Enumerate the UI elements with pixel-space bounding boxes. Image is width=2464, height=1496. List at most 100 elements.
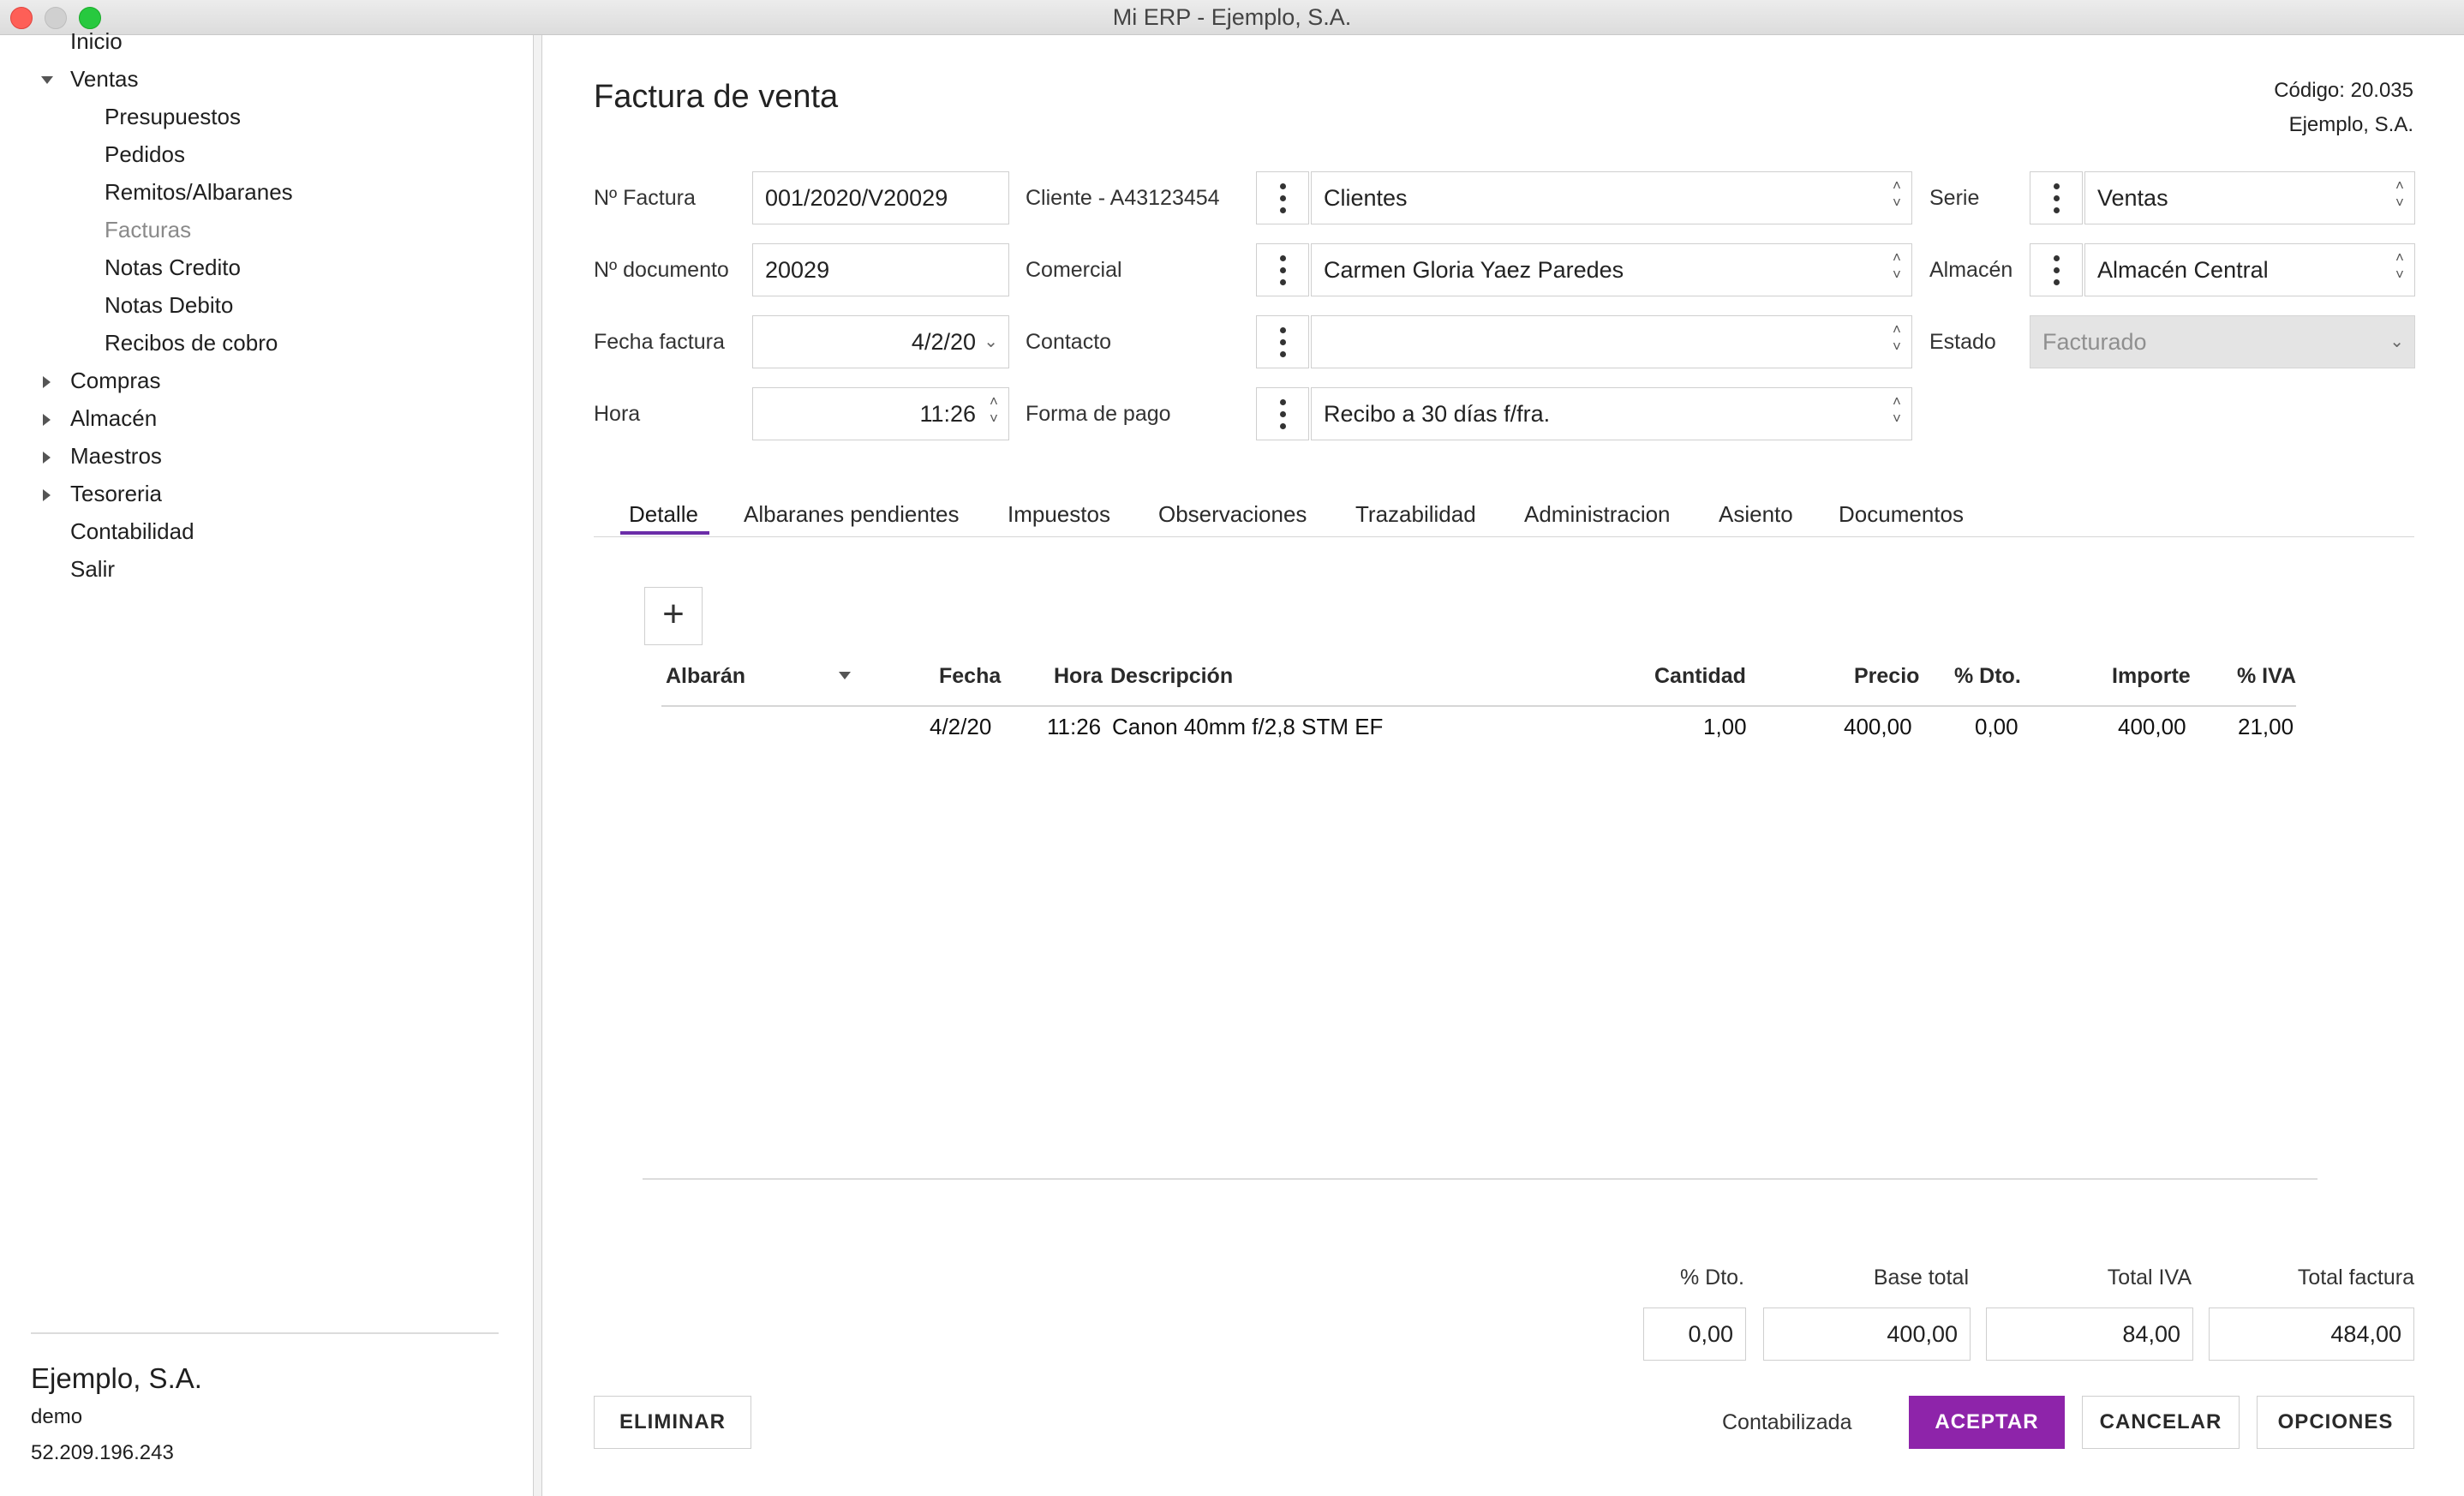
column-header-albaran[interactable]: Albarán	[666, 664, 745, 689]
column-header-iva[interactable]: % IVA	[2237, 664, 2296, 689]
client-value: Clientes	[1324, 185, 1408, 211]
options-button[interactable]: OPCIONES	[2257, 1396, 2414, 1449]
collapse-ventas-icon[interactable]	[41, 76, 53, 84]
total-discount-label: % Dto.	[1679, 1266, 1744, 1290]
expand-compras-icon[interactable]	[43, 376, 51, 388]
cell-fecha[interactable]: 4/2/20	[930, 714, 991, 740]
status-label: Estado	[1929, 330, 1996, 354]
stepper-icon[interactable]: ˄ ˅	[988, 393, 1000, 433]
time-label: Hora	[594, 402, 641, 426]
series-more-icon[interactable]	[2030, 171, 2083, 224]
chevron-down-icon[interactable]: ⌄	[984, 316, 998, 368]
stepper-icon[interactable]: ˄ ˅	[2394, 249, 2406, 289]
cell-dto[interactable]: 0,00	[1975, 714, 2018, 740]
sidebar-splitter[interactable]	[534, 35, 542, 1496]
sidebar-item-tesoreria[interactable]: Tesoreria	[70, 481, 162, 507]
payment-label: Forma de pago	[1026, 402, 1171, 426]
tabs-divider	[594, 536, 2414, 537]
status-select: Facturado ⌄	[2030, 315, 2415, 368]
invoice-date-field[interactable]: 4/2/20 ⌄	[752, 315, 1009, 368]
sidebar-item-remitos-albaranes[interactable]: Remitos/Albaranes	[105, 179, 293, 206]
warehouse-select[interactable]: Almacén Central ˄ ˅	[2084, 243, 2415, 296]
sidebar-item-notas-debito[interactable]: Notas Debito	[105, 292, 233, 319]
sidebar-item-compras[interactable]: Compras	[70, 368, 160, 394]
doc-no-label: Nº documento	[594, 258, 729, 282]
payment-select[interactable]: Recibo a 30 días f/fra. ˄ ˅	[1311, 387, 1912, 440]
payment-more-icon[interactable]	[1256, 387, 1309, 440]
total-invoice-field: 484,00	[2209, 1308, 2414, 1361]
column-header-precio[interactable]: Precio	[1854, 664, 1919, 689]
series-select[interactable]: Ventas ˄ ˅	[2084, 171, 2415, 224]
series-value: Ventas	[2097, 185, 2168, 211]
cell-hora[interactable]: 11:26	[1047, 714, 1101, 740]
sidebar-item-inicio[interactable]: Inicio	[70, 28, 123, 55]
contact-more-icon[interactable]	[1256, 315, 1309, 368]
invoice-no-label: Nº Factura	[594, 186, 696, 210]
tab-administracion[interactable]: Administracion	[1524, 501, 1671, 528]
cell-descripcion[interactable]: Canon 40mm f/2,8 STM EF	[1112, 714, 1383, 740]
tab-trazabilidad[interactable]: Trazabilidad	[1355, 501, 1476, 528]
stepper-icon[interactable]: ˄ ˅	[1891, 321, 1903, 361]
time-field[interactable]: 11:26 ˄ ˅	[752, 387, 1009, 440]
sidebar-item-recibos-de-cobro[interactable]: Recibos de cobro	[105, 330, 278, 356]
window-titlebar: Mi ERP - Ejemplo, S.A.	[0, 0, 2464, 35]
expand-tesoreria-icon[interactable]	[43, 489, 51, 501]
column-header-descripcion[interactable]: Descripción	[1110, 664, 1233, 689]
sidebar-item-ventas[interactable]: Ventas	[70, 66, 139, 93]
table-header-divider	[661, 705, 2296, 707]
page-title: Factura de venta	[594, 79, 839, 115]
sidebar-item-almacen[interactable]: Almacén	[70, 405, 157, 432]
expand-maestros-icon[interactable]	[43, 452, 51, 464]
total-vat-field: 84,00	[1986, 1308, 2193, 1361]
column-header-importe[interactable]: Importe	[2112, 664, 2191, 689]
cell-iva[interactable]: 21,00	[2238, 714, 2294, 740]
stepper-icon[interactable]: ˄ ˅	[2394, 177, 2406, 217]
cell-importe[interactable]: 400,00	[2118, 714, 2186, 740]
client-select[interactable]: Clientes ˄ ˅	[1311, 171, 1912, 224]
stepper-icon[interactable]: ˄ ˅	[1891, 249, 1903, 289]
tab-asiento[interactable]: Asiento	[1719, 501, 1793, 528]
active-tab-indicator	[620, 531, 709, 535]
total-invoice-label: Total factura	[2297, 1266, 2414, 1290]
sidebar: Inicio Ventas Presupuestos Pedidos Remit…	[0, 28, 534, 1496]
column-header-dto[interactable]: % Dto.	[1954, 664, 2021, 689]
invoice-no-field[interactable]: 001/2020/V20029	[752, 171, 1009, 224]
sales-rep-select[interactable]: Carmen Gloria Yaez Paredes ˄ ˅	[1311, 243, 1912, 296]
column-header-fecha[interactable]: Fecha	[939, 664, 1001, 689]
column-header-cantidad[interactable]: Cantidad	[1654, 664, 1746, 689]
accept-button[interactable]: ACEPTAR	[1909, 1396, 2065, 1449]
tab-observaciones[interactable]: Observaciones	[1158, 501, 1307, 528]
cancel-button[interactable]: CANCELAR	[2082, 1396, 2240, 1449]
sidebar-item-facturas[interactable]: Facturas	[105, 217, 191, 243]
cell-cantidad[interactable]: 1,00	[1703, 714, 1747, 740]
accounting-status: Contabilizada	[1722, 1410, 1852, 1434]
sidebar-item-salir[interactable]: Salir	[70, 556, 115, 583]
tab-documentos[interactable]: Documentos	[1839, 501, 1964, 528]
sidebar-item-maestros[interactable]: Maestros	[70, 443, 162, 470]
doc-no-field[interactable]: 20029	[752, 243, 1009, 296]
sidebar-item-presupuestos[interactable]: Presupuestos	[105, 104, 241, 130]
sidebar-item-notas-credito[interactable]: Notas Credito	[105, 254, 241, 281]
invoice-date-value: 4/2/20	[911, 329, 976, 355]
stepper-icon[interactable]: ˄ ˅	[1891, 177, 1903, 217]
sidebar-item-pedidos[interactable]: Pedidos	[105, 141, 185, 168]
stepper-icon[interactable]: ˄ ˅	[1891, 393, 1903, 433]
header-company: Ejemplo, S.A.	[2288, 113, 2413, 136]
expand-almacen-icon[interactable]	[43, 414, 51, 426]
cell-precio[interactable]: 400,00	[1844, 714, 1912, 740]
warehouse-more-icon[interactable]	[2030, 243, 2083, 296]
tab-impuestos[interactable]: Impuestos	[1008, 501, 1110, 528]
sales-rep-value: Carmen Gloria Yaez Paredes	[1324, 257, 1624, 283]
tab-detalle[interactable]: Detalle	[629, 501, 698, 528]
client-more-icon[interactable]	[1256, 171, 1309, 224]
sort-down-icon[interactable]	[839, 672, 851, 679]
add-line-button[interactable]: +	[644, 587, 703, 645]
sidebar-item-contabilidad[interactable]: Contabilidad	[70, 518, 194, 545]
contact-select[interactable]: ˄ ˅	[1311, 315, 1912, 368]
sales-rep-more-icon[interactable]	[1256, 243, 1309, 296]
total-discount-field[interactable]: 0,00	[1643, 1308, 1746, 1361]
tab-albaranes-pendientes[interactable]: Albaranes pendientes	[744, 501, 960, 528]
sales-rep-label: Comercial	[1026, 258, 1122, 282]
column-header-hora[interactable]: Hora	[1054, 664, 1103, 689]
delete-button[interactable]: ELIMINAR	[594, 1396, 751, 1449]
